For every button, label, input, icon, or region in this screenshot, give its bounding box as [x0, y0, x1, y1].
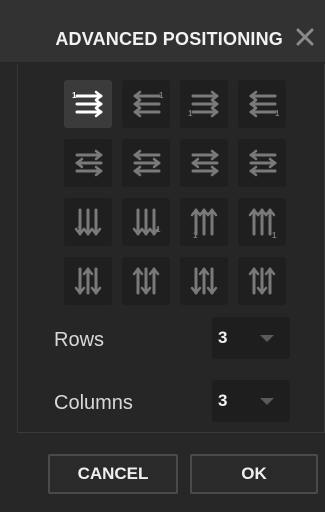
- svg-text:1: 1: [272, 231, 277, 240]
- columns-alternating-up-left-icon: [190, 267, 218, 295]
- rows-lr-start-top-left-icon: 1: [72, 90, 103, 118]
- svg-text:1: 1: [275, 109, 280, 118]
- layout-option-14[interactable]: [122, 257, 170, 305]
- columns-label: Columns: [54, 392, 133, 414]
- layout-option-3[interactable]: 1: [180, 80, 228, 128]
- ok-button[interactable]: OK: [190, 454, 318, 494]
- layout-option-8[interactable]: [238, 139, 286, 187]
- columns-alternating-down-left-icon: [74, 267, 102, 295]
- svg-text:1: 1: [159, 91, 164, 100]
- svg-text:1: 1: [72, 91, 77, 100]
- layout-option-5[interactable]: [64, 139, 112, 187]
- rows-value: 3: [218, 328, 228, 347]
- chevron-down-icon: [260, 335, 274, 342]
- close-button[interactable]: [293, 25, 317, 49]
- columns-select[interactable]: 3: [212, 380, 290, 422]
- rows-rl-start-top-right-icon: 1: [133, 90, 164, 118]
- columns-value: 3: [218, 391, 228, 410]
- rows-alternating-rl-icon: [133, 149, 161, 177]
- layout-option-13[interactable]: [64, 257, 112, 305]
- layout-option-7[interactable]: [180, 139, 228, 187]
- layout-option-6[interactable]: [122, 139, 170, 187]
- advanced-positioning-dialog: ADVANCED POSITIONING 1 1 1 1 1 1 1 1 Rows 3 Col…: [0, 0, 325, 512]
- svg-text:1: 1: [193, 231, 198, 240]
- layout-option-4[interactable]: 1: [238, 80, 286, 128]
- options-panel: 1 1 1 1 1 1 1 1 Rows 3 Columns 3: [17, 64, 325, 433]
- rows-rl-start-bottom-right-icon: 1: [249, 90, 280, 118]
- layout-option-2[interactable]: 1: [122, 80, 170, 128]
- layout-grid: 1 1 1 1 1 1 1 1: [64, 80, 286, 305]
- layout-option-11[interactable]: 1: [180, 198, 228, 246]
- dialog-title: ADVANCED POSITIONING: [55, 29, 283, 49]
- layout-option-16[interactable]: [238, 257, 286, 305]
- rows-alternating-rl-bottom-icon: [249, 149, 277, 177]
- svg-text:1: 1: [156, 225, 161, 234]
- layout-option-10[interactable]: 1: [122, 198, 170, 246]
- rows-select[interactable]: 3: [212, 317, 290, 359]
- rows-lr-start-bottom-left-icon: 1: [188, 90, 219, 118]
- rows-alternating-lr-bottom-icon: [191, 149, 219, 177]
- columns-up-start-right-icon: 1: [248, 208, 277, 240]
- svg-text:1: 1: [188, 109, 193, 118]
- close-icon: [296, 28, 314, 46]
- layout-option-15[interactable]: [180, 257, 228, 305]
- layout-option-12[interactable]: 1: [238, 198, 286, 246]
- columns-alternating-up-right-icon: [248, 267, 276, 295]
- cancel-button[interactable]: CANCEL: [48, 454, 178, 494]
- columns-down-start-right-icon: 1: [132, 208, 161, 236]
- rows-alternating-lr-icon: [75, 149, 103, 177]
- title-bar: ADVANCED POSITIONING: [0, 0, 325, 62]
- columns-up-start-left-icon: 1: [190, 208, 218, 240]
- columns-down-start-left-icon: 1: [74, 208, 102, 236]
- svg-text:1: 1: [77, 225, 82, 234]
- rows-label: Rows: [54, 329, 105, 351]
- chevron-down-icon: [260, 398, 274, 405]
- layout-option-9[interactable]: 1: [64, 198, 112, 246]
- columns-alternating-down-right-icon: [132, 267, 160, 295]
- layout-option-1[interactable]: 1: [64, 80, 112, 128]
- footer-divider: [17, 432, 325, 433]
